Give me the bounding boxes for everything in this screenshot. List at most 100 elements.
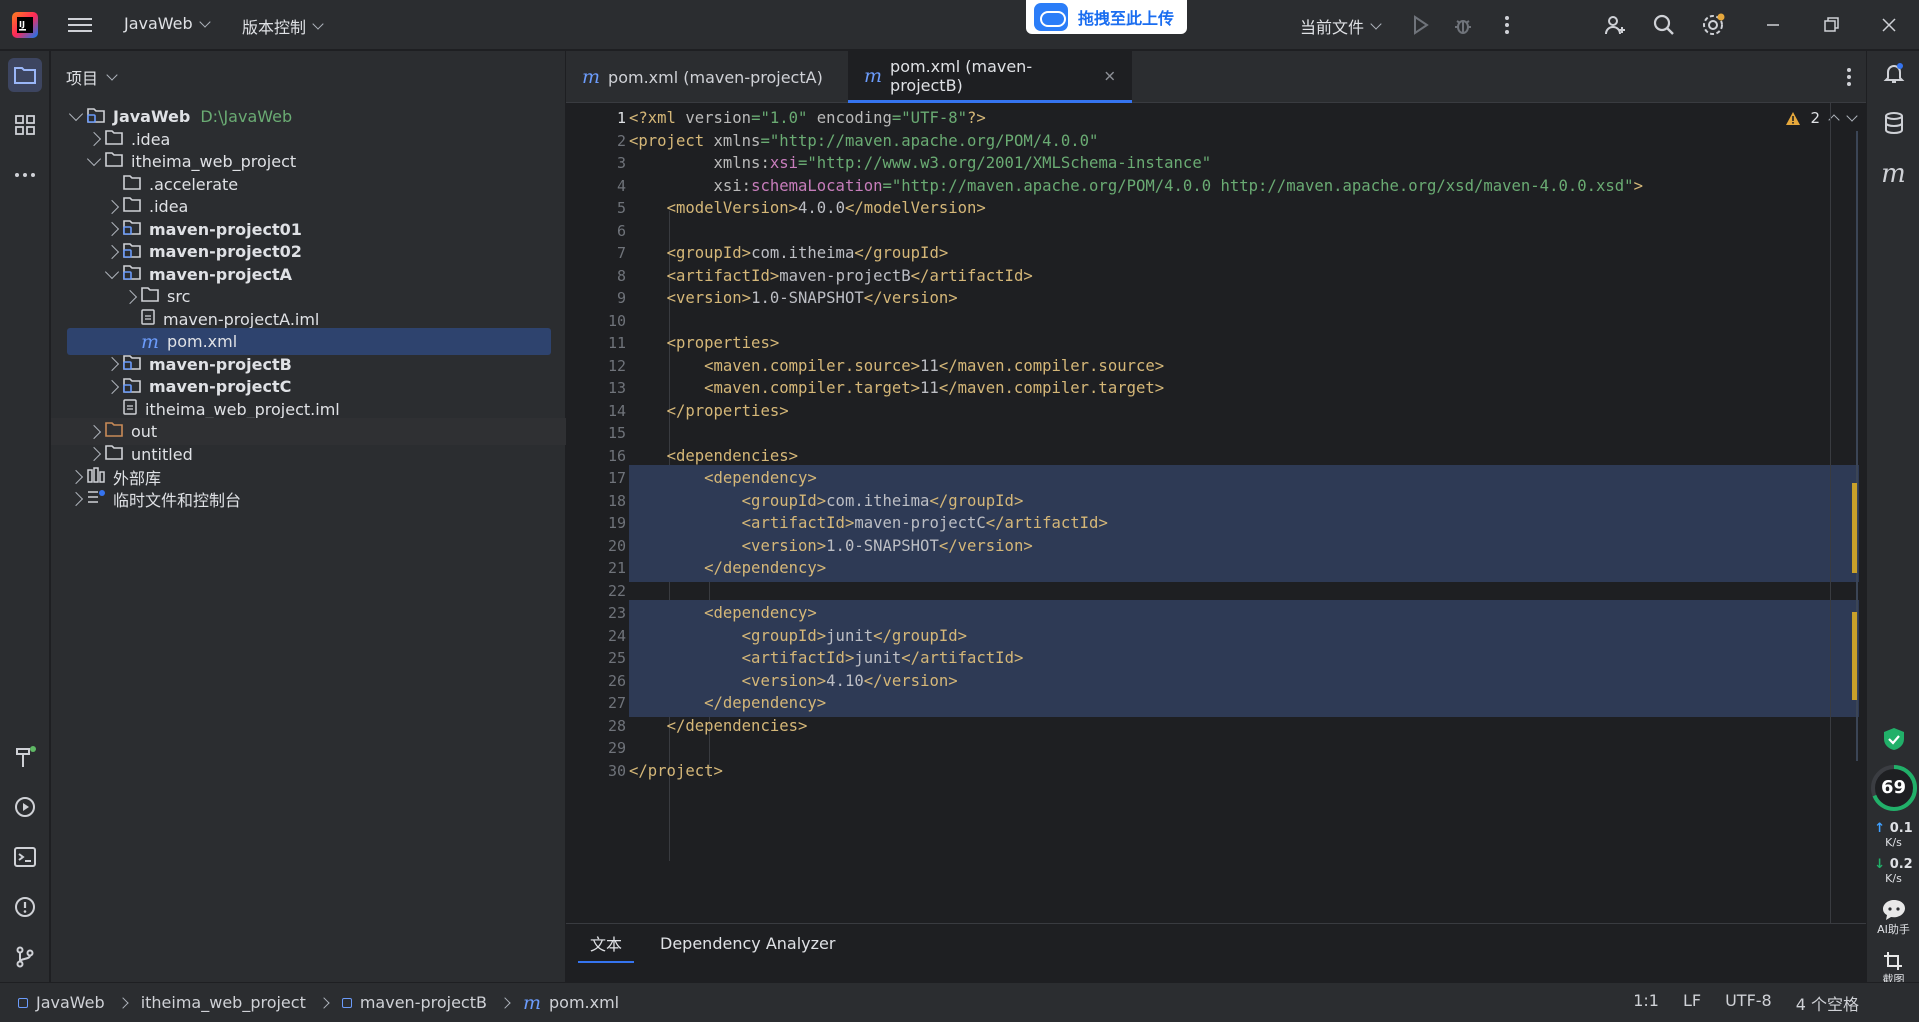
tree-item-label: maven-projectC (149, 377, 292, 396)
speed-unit: K/s (1885, 836, 1902, 849)
chevron-right-icon[interactable] (86, 446, 102, 462)
main-menu-icon[interactable] (68, 14, 92, 36)
status-widgets: 1:1 LF UTF-8 4 个空格 (1633, 991, 1859, 1015)
terminal-tool-button[interactable] (8, 840, 42, 874)
chevron-down-icon[interactable] (104, 264, 120, 279)
database-button[interactable] (1867, 111, 1919, 135)
maven-button[interactable]: m (1867, 159, 1919, 189)
services-tool-button[interactable] (8, 790, 42, 824)
project-panel-header[interactable]: 项目 (51, 51, 565, 103)
notifications-button[interactable] (1867, 61, 1919, 85)
close-icon[interactable] (1878, 14, 1900, 36)
tree-item[interactable]: 临时文件和控制台 (51, 486, 566, 513)
folder-icon (123, 197, 141, 216)
tab-label: pom.xml (maven-projectB) (890, 56, 1033, 95)
module-icon (341, 997, 352, 1008)
cloud-upload-widget[interactable]: 拖拽至此上传 (1026, 0, 1187, 34)
database-icon (1884, 112, 1903, 135)
chevron-right-icon[interactable] (104, 221, 120, 237)
chevron-right-icon[interactable] (86, 131, 102, 147)
excluded-folder-icon (105, 422, 123, 441)
project-tool-button[interactable] (8, 58, 42, 92)
tab-dependency-analyzer[interactable]: Dependency Analyzer (648, 928, 847, 959)
tree-item-label: JavaWeb (113, 107, 191, 126)
module-folder-icon (123, 354, 141, 374)
search-icon[interactable] (1652, 13, 1676, 37)
ellipsis-icon (15, 173, 35, 177)
hammer-icon (16, 746, 36, 767)
vcs-menu[interactable]: 版本控制 (242, 14, 324, 38)
chevron-right-icon[interactable] (104, 379, 120, 394)
chevron-down-icon[interactable] (68, 106, 84, 122)
problems-tool-button[interactable] (8, 890, 42, 924)
caret-position[interactable]: 1:1 (1633, 991, 1659, 1015)
git-tool-button[interactable] (8, 940, 42, 974)
minimize-icon[interactable] (1762, 14, 1784, 36)
chevron-down-icon (199, 15, 211, 28)
chevron-right-icon[interactable] (68, 491, 84, 507)
chevron-right-icon[interactable] (104, 356, 120, 372)
project-switcher[interactable]: JavaWeb (124, 14, 211, 33)
problems-icon (15, 897, 35, 917)
tab-label: pom.xml (maven-projectA) (608, 67, 823, 87)
download-speed-value: 0.2 (1889, 857, 1913, 872)
chevron-right-icon[interactable] (104, 199, 120, 214)
crop-icon (1883, 952, 1902, 970)
tab-actions-icon[interactable] (1846, 67, 1852, 87)
warning-icon (1786, 111, 1801, 125)
module-folder-icon (123, 219, 141, 239)
tab-text[interactable]: 文本 (578, 925, 635, 963)
chevron-right-icon[interactable] (122, 289, 138, 304)
git-branch-icon (16, 946, 34, 968)
chevron-right-icon[interactable] (86, 424, 102, 439)
tree-item-label: maven-projectA.iml (163, 309, 320, 329)
bell-icon (1883, 63, 1904, 83)
build-tool-button[interactable] (8, 740, 42, 774)
chevron-down-icon (106, 69, 118, 81)
folder-icon (141, 287, 159, 306)
ide-window: IJ JavaWeb 版本控制 拖拽至此上传 当前文件 项目 JavaWeb D… (0, 0, 1919, 1022)
run-config-selector[interactable]: 当前文件 (1300, 14, 1382, 38)
indent-setting[interactable]: 4 个空格 (1796, 991, 1859, 1015)
more-actions-icon[interactable] (1495, 13, 1519, 37)
svg-text:IJ: IJ (19, 20, 25, 29)
more-tools-button[interactable] (8, 158, 42, 192)
breadcrumb-item[interactable]: maven-projectB (360, 993, 487, 1012)
close-tab-icon[interactable] (1104, 70, 1116, 82)
debug-icon[interactable] (1451, 13, 1475, 37)
code-line[interactable]: </project> (629, 758, 1859, 785)
chevron-right-icon[interactable] (68, 469, 84, 484)
tree-item-label: pom.xml (167, 332, 238, 351)
terminal-icon (14, 847, 36, 867)
ai-assistant-button[interactable]: AI助手 (1867, 899, 1919, 937)
line-separator[interactable]: LF (1683, 991, 1701, 1015)
structure-tool-button[interactable] (8, 108, 42, 142)
module-folder-icon (87, 107, 105, 127)
restore-icon[interactable] (1820, 14, 1842, 36)
code-editor[interactable]: <?xml version="1.0" encoding="UTF-8"?> <p… (629, 103, 1859, 963)
chevron-right-icon[interactable] (104, 244, 120, 259)
tab-pom-projectA[interactable]: m pom.xml (maven-projectA) (566, 51, 848, 103)
maven-file-icon: m (522, 991, 541, 1014)
performance-gauge[interactable]: 69 (1867, 763, 1919, 813)
chevron-down-icon[interactable] (86, 151, 102, 167)
status-bar: JavaWeb itheima_web_project maven-projec… (0, 982, 1919, 1022)
folder-icon (105, 129, 123, 149)
chat-bubble-icon (1882, 900, 1905, 920)
add-user-icon[interactable] (1603, 13, 1627, 37)
folder-icon (123, 174, 141, 194)
tree-item-label: maven-projectB (149, 354, 292, 374)
module-icon (18, 997, 28, 1008)
inspection-widget[interactable]: 2 (1786, 109, 1858, 127)
breadcrumb-item[interactable]: JavaWeb (36, 993, 105, 1012)
settings-gear-icon[interactable] (1701, 13, 1725, 37)
tree-item-label: maven-projectA (149, 264, 292, 284)
file-encoding[interactable]: UTF-8 (1725, 991, 1772, 1015)
security-shield[interactable] (1867, 727, 1919, 751)
tab-pom-projectB[interactable]: m pom.xml (maven-projectB) (848, 51, 1132, 103)
run-icon[interactable] (1408, 13, 1432, 37)
breadcrumb-item[interactable]: itheima_web_project (141, 993, 306, 1012)
next-highlight-icon[interactable] (1846, 110, 1858, 122)
breadcrumb-item[interactable]: pom.xml (549, 993, 619, 1012)
intellij-logo-icon[interactable]: IJ (12, 12, 38, 38)
